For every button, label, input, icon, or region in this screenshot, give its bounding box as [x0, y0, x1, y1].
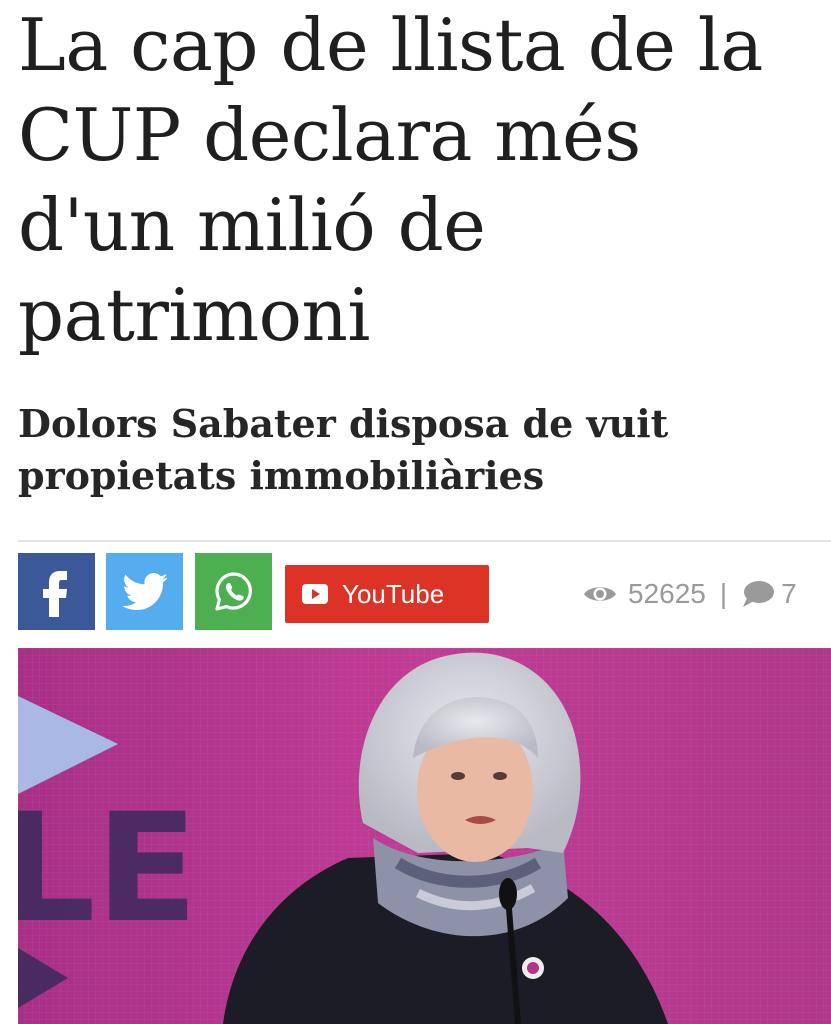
backdrop-text: LE — [18, 782, 198, 956]
headline-line: La cap de llista de la — [18, 3, 763, 87]
youtube-icon — [302, 584, 328, 604]
headline-line: CUP declara més — [18, 93, 641, 177]
twitter-icon — [121, 572, 168, 610]
speaker-photo: LE — [18, 648, 831, 1024]
divider — [18, 540, 831, 542]
comment-icon — [743, 581, 775, 607]
headline-line: patrimoni — [18, 273, 370, 357]
whatsapp-share-button[interactable] — [195, 553, 272, 630]
subtitle-line: propietats immobiliàries — [18, 453, 545, 498]
facebook-icon — [42, 570, 67, 617]
article-photo: LE — [18, 648, 831, 1024]
headline-line: d'un milió de — [18, 183, 486, 267]
twitter-share-button[interactable] — [106, 553, 183, 630]
youtube-label: YouTube — [342, 578, 445, 609]
article-stats: 52625 | 7 — [582, 572, 797, 616]
whatsapp-icon — [214, 571, 252, 611]
subtitle-line: Dolors Sabater disposa de vuit — [18, 401, 669, 446]
comment-count: 7 — [781, 578, 797, 609]
view-count: 52625 — [628, 578, 706, 609]
article-headline: La cap de llista de la CUP declara més d… — [18, 0, 818, 360]
stats-separator: | — [719, 578, 728, 609]
facebook-share-button[interactable] — [18, 553, 95, 630]
youtube-button[interactable]: YouTube — [285, 565, 489, 623]
article-subtitle: Dolors Sabater disposa de vuit propietat… — [18, 398, 808, 502]
eye-icon — [584, 587, 616, 601]
